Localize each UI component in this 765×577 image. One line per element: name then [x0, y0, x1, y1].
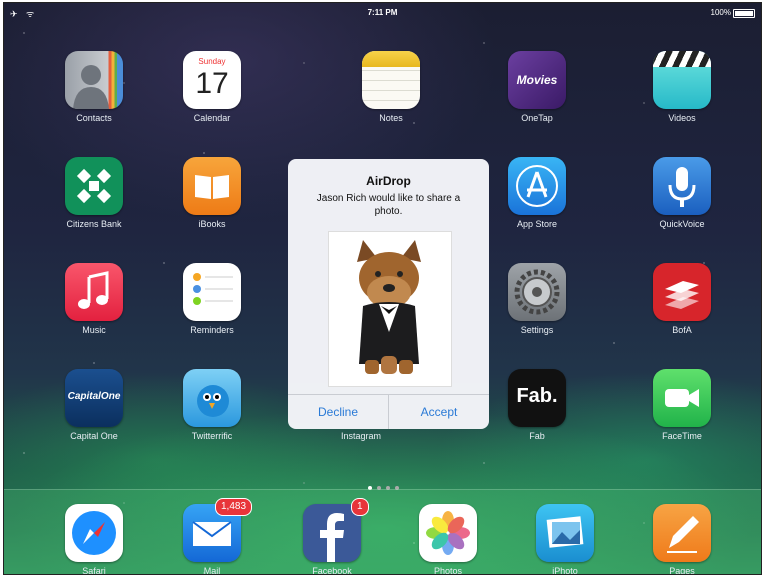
app-label: Twitterrific [191, 431, 233, 441]
dock: Safari 1,483 Mail 1 Facebook Photos iPho… [4, 489, 761, 574]
app-ibooks[interactable]: iBooks [167, 157, 257, 247]
dock-pages[interactable]: Pages [637, 504, 727, 574]
app-facetime[interactable]: FaceTime [637, 369, 727, 459]
app-label: App Store [516, 219, 558, 229]
app-label: Fab [529, 431, 545, 441]
facebook-badge: 1 [351, 498, 369, 516]
dock-photos[interactable]: Photos [403, 504, 493, 574]
microphone-icon [653, 157, 711, 215]
app-label: Safari [82, 566, 106, 574]
alert-buttons: Decline Accept [288, 394, 489, 429]
onetap-movies-icon: Movies [508, 51, 566, 109]
app-settings[interactable]: Settings [492, 263, 582, 353]
app-fab[interactable]: Fab. Fab [492, 369, 582, 459]
alert-title: AirDrop [366, 174, 411, 188]
app-label: OneTap [521, 113, 553, 123]
dock-safari[interactable]: Safari [49, 504, 139, 574]
citizens-bank-icon [65, 157, 123, 215]
app-app-store[interactable]: App Store [492, 157, 582, 247]
app-notes[interactable]: Notes [346, 51, 436, 141]
reminders-icon [183, 263, 241, 321]
battery-icon [733, 9, 755, 18]
app-label: Settings [520, 325, 554, 335]
fab-text: Fab. [516, 385, 558, 407]
videos-icon [653, 51, 711, 109]
status-time: 7:11 PM [367, 8, 398, 17]
app-citizens-bank[interactable]: Citizens Bank [49, 157, 139, 247]
dock-mail[interactable]: 1,483 Mail [167, 498, 257, 574]
airdrop-alert: AirDrop Jason Rich would like to share a… [288, 159, 489, 429]
onetap-text: Movies [516, 73, 558, 87]
dock-iphoto[interactable]: iPhoto [520, 504, 610, 574]
mail-badge: 1,483 [215, 498, 253, 516]
app-label: Music [82, 325, 106, 335]
status-bar: ✈ ︎ᯤ 7:11 PM 100% [4, 3, 761, 21]
app-label: BofA [672, 325, 692, 335]
battery-percent: 100% [710, 8, 731, 17]
capital-one-text: CapitalOne [67, 391, 121, 402]
app-quickvoice[interactable]: QuickVoice [637, 157, 727, 247]
accept-button[interactable]: Accept [389, 395, 489, 429]
ipad-home-screen: ✈ ︎ᯤ 7:11 PM 100% Contacts Sunday 17 Cal… [4, 3, 761, 574]
bird-icon [183, 369, 241, 427]
app-label: Contacts [76, 113, 112, 123]
app-label: Notes [379, 113, 403, 123]
bofa-flag-icon [653, 263, 711, 321]
app-calendar[interactable]: Sunday 17 Calendar [167, 51, 257, 141]
app-label: FaceTime [662, 431, 702, 441]
photos-flower-icon [419, 504, 477, 562]
app-capital-one[interactable]: CapitalOne Capital One [49, 369, 139, 459]
calendar-icon: Sunday 17 [183, 51, 241, 109]
app-label: Facebook [312, 566, 352, 574]
contacts-icon [65, 51, 123, 109]
instagram-label: Instagram [340, 431, 382, 441]
compass-icon [65, 504, 123, 562]
app-label: Citizens Bank [66, 219, 122, 229]
app-label: QuickVoice [659, 219, 705, 229]
decline-button[interactable]: Decline [288, 395, 388, 429]
calendar-date: 17 [195, 67, 229, 100]
music-note-icon [65, 263, 123, 321]
app-label: Mail [203, 566, 221, 574]
pen-icon [653, 504, 711, 562]
app-label: Pages [669, 566, 695, 574]
notes-icon [362, 51, 420, 109]
app-music[interactable]: Music [49, 263, 139, 353]
app-bofa[interactable]: BofA [637, 263, 727, 353]
app-store-icon [508, 157, 566, 215]
app-label: Photos [433, 566, 463, 574]
capital-one-icon: CapitalOne [65, 369, 123, 427]
app-label: Capital One [70, 431, 118, 441]
gear-icon [508, 263, 566, 321]
calendar-day: Sunday [198, 57, 226, 66]
app-label: Calendar [193, 113, 231, 123]
app-label: iPhoto [552, 566, 578, 574]
app-label: iBooks [198, 219, 226, 229]
dock-facebook[interactable]: 1 Facebook [287, 498, 377, 574]
app-videos[interactable]: Videos [637, 51, 727, 141]
app-reminders[interactable]: Reminders [167, 263, 257, 353]
app-contacts[interactable]: Contacts [49, 51, 139, 141]
video-camera-icon [653, 369, 711, 427]
fab-icon: Fab. [508, 369, 566, 427]
iphoto-icon [536, 504, 594, 562]
app-onetap[interactable]: Movies OneTap [492, 51, 582, 141]
app-label: Videos [668, 113, 696, 123]
ibooks-icon [183, 157, 241, 215]
shared-photo [328, 231, 452, 387]
app-label: Reminders [190, 325, 234, 335]
app-twitterrific[interactable]: Twitterrific [167, 369, 257, 459]
alert-message: Jason Rich would like to share a photo. [316, 193, 461, 217]
